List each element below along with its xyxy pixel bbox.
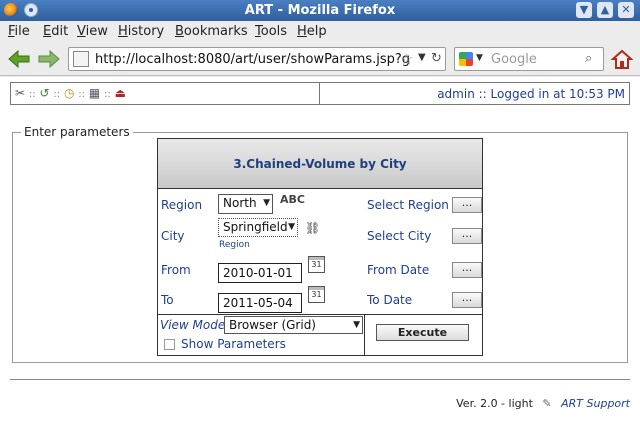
select-region-label: Select Region — [367, 198, 449, 212]
tools-icon[interactable]: ✂ — [15, 86, 25, 100]
menu-edit[interactable]: Edit — [43, 24, 68, 39]
panel-bottom-vsplit — [364, 314, 365, 356]
city-select[interactable]: Springfield ▼ — [218, 218, 298, 237]
page-content: ✂ :: ↺ :: ◷ :: ▦ :: ⏏ admin :: Logged in… — [0, 77, 640, 440]
search-placeholder: Google — [491, 52, 537, 67]
refresh-icon[interactable]: ↺ — [39, 86, 49, 100]
close-icon[interactable]: ✕ — [618, 2, 634, 18]
show-parameters-checkbox[interactable] — [164, 339, 175, 350]
panel-bottom-divider — [157, 314, 483, 315]
footer: Ver. 2.0 - light ✎ ART Support — [456, 397, 630, 410]
art-tool-icons: ✂ :: ↺ :: ◷ :: ▦ :: ⏏ — [15, 86, 126, 100]
view-mode-select[interactable]: Browser (Grid) ▼ — [224, 316, 363, 334]
admin-grid-icon[interactable]: ▦ — [89, 86, 100, 100]
abc-text-icon: ABC — [280, 193, 305, 206]
calendar-icon[interactable]: 31 — [308, 256, 325, 273]
parameters-legend: Enter parameters — [24, 125, 130, 139]
chain-link-icon: ⛓ — [305, 221, 321, 235]
user-status: admin :: Logged in at 10:53 PM — [437, 87, 625, 101]
execute-button[interactable]: Execute — [376, 324, 469, 341]
maximize-icon[interactable]: ▲ — [597, 2, 613, 18]
forward-arrow-icon[interactable] — [38, 50, 60, 68]
region-label: Region — [161, 198, 203, 212]
url-text: http://localhost:8080/art/user/showParam… — [95, 52, 411, 67]
menu-bar: File Edit View History Bookmarks Tools H… — [0, 21, 640, 42]
city-lookup-button[interactable]: ... — [452, 228, 482, 244]
bookmark-star-icon[interactable]: ☆ — [400, 50, 413, 68]
panel-bottom: View Mode Browser (Grid) ▼ Show Paramete… — [157, 314, 483, 356]
city-label: City — [161, 229, 185, 243]
report-title: 3.Chained-Volume by City — [158, 139, 482, 189]
to-date-input[interactable]: 2011-05-04 — [218, 293, 302, 313]
version-text: Ver. 2.0 - light — [456, 397, 533, 410]
art-logo-icon: ✎ — [542, 397, 552, 410]
art-support-link[interactable]: ART Support — [561, 397, 630, 410]
site-favicon-icon — [73, 51, 89, 67]
region-lookup-button[interactable]: ... — [452, 197, 482, 213]
back-arrow-icon[interactable] — [8, 50, 30, 68]
view-mode-label: View Mode — [160, 318, 226, 332]
show-parameters-label: Show Parameters — [181, 337, 286, 351]
logout-icon[interactable]: ⏏ — [115, 86, 126, 100]
search-engine-dropdown-icon[interactable]: ▼ — [476, 53, 483, 63]
from-date-lookup-button[interactable]: ... — [452, 262, 482, 278]
to-label: To — [161, 293, 174, 307]
clock-icon[interactable]: ◷ — [64, 86, 74, 100]
url-history-dropdown-icon[interactable]: ▼ — [418, 52, 426, 63]
menu-file[interactable]: File — [8, 24, 30, 39]
from-label: From — [161, 263, 191, 277]
menu-history[interactable]: History — [118, 24, 164, 39]
chevron-down-icon: ▼ — [288, 222, 295, 232]
search-magnifier-icon[interactable]: ⌕ — [585, 51, 592, 66]
art-header-bar: ✂ :: ↺ :: ◷ :: ▦ :: ⏏ admin :: Logged in… — [10, 82, 630, 105]
chevron-down-icon: ▼ — [263, 198, 270, 208]
home-icon[interactable] — [611, 48, 633, 70]
window-title: ART - Mozilla Firefox — [244, 3, 396, 18]
menu-bookmarks[interactable]: Bookmarks — [175, 24, 248, 39]
region-select-value: North — [223, 196, 257, 210]
reload-icon[interactable]: ↻ — [431, 51, 442, 66]
city-select-value: Springfield — [223, 220, 288, 234]
navigation-toolbar: http://localhost:8080/art/user/showParam… — [0, 42, 640, 76]
menu-tools[interactable]: Tools — [255, 24, 287, 39]
google-logo-icon — [459, 52, 473, 66]
chevron-down-icon: ▼ — [353, 320, 360, 330]
from-date-label: From Date — [367, 263, 430, 277]
select-city-label: Select City — [367, 229, 432, 243]
city-chained-region-note: Region — [219, 240, 250, 250]
footer-divider — [10, 379, 630, 380]
window-titlebar: ART - Mozilla Firefox ▼ ▲ ✕ — [0, 0, 640, 21]
header-divider — [319, 83, 320, 104]
calendar-icon[interactable]: 31 — [308, 286, 325, 303]
from-date-input[interactable]: 2010-01-01 — [218, 263, 302, 283]
to-date-lookup-button[interactable]: ... — [452, 292, 482, 308]
menu-view[interactable]: View — [77, 24, 108, 39]
minimize-icon[interactable]: ▼ — [576, 2, 592, 18]
menu-help[interactable]: Help — [297, 24, 327, 39]
to-date-label: To Date — [367, 293, 413, 307]
url-bar[interactable]: http://localhost:8080/art/user/showParam… — [68, 47, 446, 71]
search-box[interactable]: ▼ Google ⌕ — [454, 47, 604, 71]
region-select[interactable]: North ▼ — [218, 194, 273, 214]
view-mode-value: Browser (Grid) — [229, 318, 316, 332]
